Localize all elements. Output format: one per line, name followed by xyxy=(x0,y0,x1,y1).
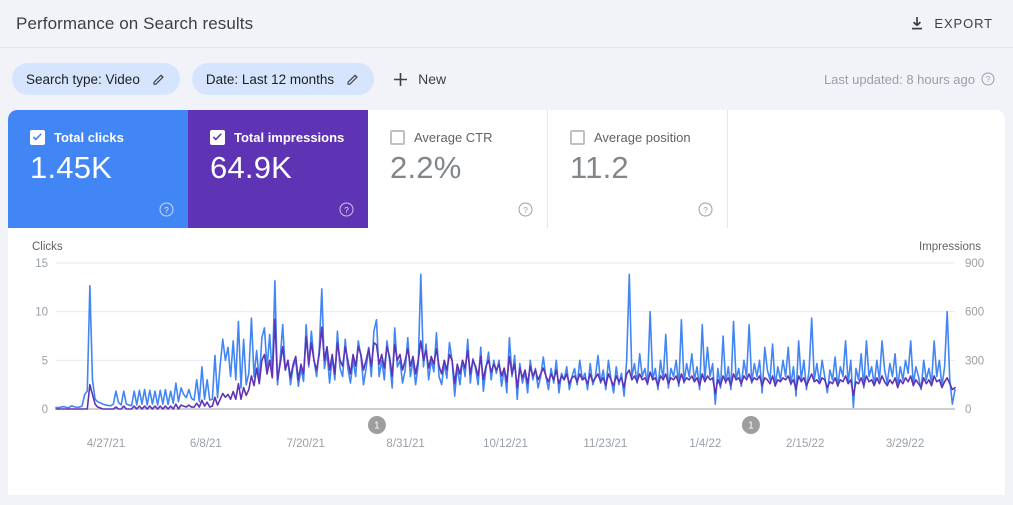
page-header: Performance on Search results EXPORT xyxy=(0,0,1013,48)
metric-label: Average position xyxy=(594,130,691,145)
question-mark-icon[interactable]: ? xyxy=(339,202,354,217)
metric-tab-total-impressions[interactable]: Total impressions 64.9K ? xyxy=(188,110,368,228)
x-axis-tick-label: 3/29/22 xyxy=(886,438,924,450)
metric-header: Average position xyxy=(570,130,727,145)
last-updated: Last updated: 8 hours ago ? xyxy=(824,72,995,87)
pencil-icon[interactable] xyxy=(152,72,166,86)
metric-tab-average-position[interactable]: Average position 11.2 ? xyxy=(548,110,728,228)
x-axis-tick-label: 1/4/22 xyxy=(689,438,721,450)
metric-tab-group: Total clicks 1.45K ? Total impressions 6… xyxy=(8,110,1005,228)
last-updated-label: Last updated: 8 hours ago xyxy=(823,71,975,87)
checkbox-checked-icon[interactable] xyxy=(30,130,45,145)
chart-line-total-impressions xyxy=(55,273,956,409)
y-axis-left-tick: 10 xyxy=(35,307,48,319)
performance-chart[interactable]: Clicks Impressions 0 5 10 15 0 300 600 900 4/27/… xyxy=(8,228,1005,495)
checkbox-checked-icon[interactable] xyxy=(210,130,225,145)
chart-annotation-label: 1 xyxy=(748,421,754,432)
metric-tab-total-clicks[interactable]: Total clicks 1.45K ? xyxy=(8,110,188,228)
metric-label: Total impressions xyxy=(234,130,345,145)
svg-text:?: ? xyxy=(986,75,991,84)
question-mark-icon[interactable]: ? xyxy=(159,202,174,217)
metric-value: 64.9K xyxy=(210,150,293,185)
svg-text:?: ? xyxy=(703,205,708,215)
y-axis-left-tick: 0 xyxy=(42,404,48,416)
export-button[interactable]: EXPORT xyxy=(907,12,995,36)
metric-header: Average CTR xyxy=(390,130,547,145)
filter-chip-date[interactable]: Date: Last 12 months xyxy=(191,63,375,95)
checkbox-unchecked-icon[interactable] xyxy=(390,130,405,145)
metric-label: Average CTR xyxy=(414,130,493,145)
page-title: Performance on Search results xyxy=(16,13,254,33)
x-axis-tick-label: 7/20/21 xyxy=(287,438,325,450)
metric-value: 1.45K xyxy=(30,150,113,185)
svg-text:?: ? xyxy=(523,205,528,215)
metric-label: Total clicks xyxy=(54,130,124,145)
performance-card: Total clicks 1.45K ? Total impressions 6… xyxy=(8,110,1005,495)
y-axis-right-tick: 600 xyxy=(965,307,984,319)
chart-annotation-label: 1 xyxy=(374,421,380,432)
filter-chip-date-label: Date: Last 12 months xyxy=(205,71,335,87)
chart-canvas[interactable]: 0 5 10 15 0 300 600 900 4/27/21 6/8/21 7/20/21 8/31… xyxy=(8,228,1005,495)
svg-text:?: ? xyxy=(164,205,169,215)
svg-text:?: ? xyxy=(344,205,349,215)
x-axis-tick-label: 11/23/21 xyxy=(583,438,627,450)
filter-chip-search-type-label: Search type: Video xyxy=(26,71,140,87)
x-axis-tick-label: 6/8/21 xyxy=(190,438,222,450)
x-axis-tick-label: 2/15/22 xyxy=(786,438,824,450)
y-axis-right-tick: 900 xyxy=(965,258,984,270)
metric-value: 11.2 xyxy=(570,150,629,185)
question-mark-icon[interactable]: ? xyxy=(981,72,995,86)
filter-chip-search-type[interactable]: Search type: Video xyxy=(12,63,180,95)
download-icon xyxy=(909,16,925,32)
x-axis-tick-label: 8/31/21 xyxy=(386,438,424,450)
new-filter-button[interactable]: New xyxy=(386,63,454,95)
x-axis-tick-label: 10/12/21 xyxy=(483,438,528,450)
x-axis-tick-label: 4/27/21 xyxy=(87,438,125,450)
metric-header: Total impressions xyxy=(210,130,368,145)
metric-tab-average-ctr[interactable]: Average CTR 2.2% ? xyxy=(368,110,548,228)
filter-bar: Search type: Video Date: Last 12 months … xyxy=(0,48,1013,110)
chart-annotation-marker[interactable]: 1 xyxy=(367,416,386,434)
pencil-icon[interactable] xyxy=(346,72,360,86)
plus-icon xyxy=(392,71,409,88)
y-axis-right-tick: 0 xyxy=(965,404,971,416)
metric-header: Total clicks xyxy=(30,130,188,145)
export-label: EXPORT xyxy=(934,16,993,31)
y-axis-left-tick: 5 xyxy=(42,355,48,367)
checkbox-unchecked-icon[interactable] xyxy=(570,130,585,145)
chart-annotation-marker[interactable]: 1 xyxy=(741,416,760,434)
new-filter-label: New xyxy=(418,71,447,87)
y-axis-right-tick: 300 xyxy=(965,355,984,367)
metric-value: 2.2% xyxy=(390,150,462,185)
filter-chip-group: Search type: Video Date: Last 12 months … xyxy=(12,63,454,95)
y-axis-left-tick: 15 xyxy=(35,258,48,270)
question-mark-icon[interactable]: ? xyxy=(698,202,713,217)
question-mark-icon[interactable]: ? xyxy=(518,202,533,217)
